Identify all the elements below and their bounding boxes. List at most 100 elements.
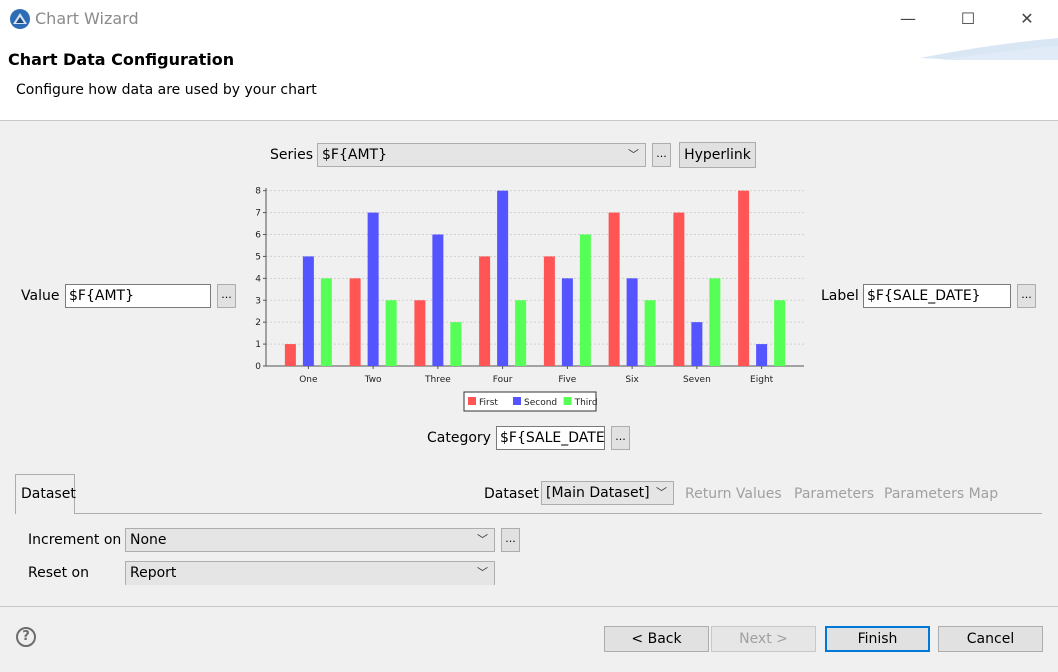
category-input[interactable]: $F{SALE_DATE bbox=[496, 426, 605, 450]
chart-preview: 0 1 2 3 4 5 6 7 8 One Two Three Four Five Six Seven Eigh… bbox=[255, 187, 804, 412]
y-tick-label: 0 bbox=[255, 362, 261, 372]
help-icon[interactable]: ? bbox=[16, 627, 36, 647]
bar-second bbox=[432, 234, 444, 366]
reset-combo[interactable]: Report ﹀ bbox=[125, 561, 495, 585]
bar-first bbox=[673, 212, 685, 366]
y-tick-label: 6 bbox=[255, 231, 261, 241]
next-button[interactable]: Next > bbox=[711, 626, 816, 652]
value-label: Value bbox=[21, 288, 60, 304]
x-tick-label: Six bbox=[625, 375, 639, 385]
reset-value: Report bbox=[130, 565, 177, 581]
x-tick-label: Four bbox=[493, 375, 513, 385]
finish-button[interactable]: Finish bbox=[825, 626, 930, 652]
bar-second bbox=[367, 212, 379, 366]
bar-second bbox=[691, 322, 703, 366]
footer-separator bbox=[0, 606, 1058, 607]
tab-divider bbox=[75, 513, 1042, 514]
header-decoration bbox=[920, 38, 1058, 60]
y-tick-label: 5 bbox=[255, 252, 261, 262]
bar-first bbox=[543, 256, 555, 366]
window-title: Chart Wizard bbox=[35, 9, 139, 28]
chevron-down-icon: ﹀ bbox=[477, 566, 488, 579]
return-values-link[interactable]: Return Values bbox=[685, 486, 782, 502]
label-label: Label bbox=[821, 288, 859, 304]
minimize-button[interactable]: — bbox=[893, 8, 923, 30]
legend-label: First bbox=[479, 398, 498, 408]
cancel-label: Cancel bbox=[966, 631, 1015, 647]
increment-label: Increment on bbox=[28, 532, 122, 548]
chevron-down-icon: ﹀ bbox=[656, 486, 667, 499]
x-tick-label: One bbox=[299, 375, 318, 385]
bar-second bbox=[302, 256, 314, 366]
increment-value: None bbox=[130, 532, 167, 548]
legend-label: Third bbox=[574, 398, 598, 408]
value-input[interactable]: $F{AMT} bbox=[65, 284, 211, 308]
bar-first bbox=[349, 278, 361, 366]
cancel-button[interactable]: Cancel bbox=[938, 626, 1043, 652]
series-browse-button[interactable]: ... bbox=[652, 143, 671, 167]
bar-third bbox=[385, 300, 397, 366]
label-browse-button[interactable]: ... bbox=[1017, 284, 1036, 308]
legend-swatch bbox=[468, 397, 476, 405]
bar-third bbox=[515, 300, 527, 366]
x-tick-label: Five bbox=[558, 375, 576, 385]
bar-second bbox=[561, 278, 573, 366]
bar-third bbox=[774, 300, 786, 366]
parameters-link[interactable]: Parameters bbox=[794, 486, 874, 502]
value-browse-button[interactable]: ... bbox=[217, 284, 236, 308]
tab-dataset-label: Dataset bbox=[21, 486, 76, 502]
series-combo[interactable]: $F{AMT} ﹀ bbox=[317, 143, 646, 167]
parameters-map-link[interactable]: Parameters Map bbox=[884, 486, 998, 502]
increment-browse-button[interactable]: ... bbox=[501, 528, 520, 552]
tab-dataset[interactable]: Dataset bbox=[15, 474, 76, 514]
increment-combo[interactable]: None ﹀ bbox=[125, 528, 495, 552]
bar-third bbox=[320, 278, 332, 366]
maximize-button[interactable]: ☐ bbox=[953, 8, 983, 30]
bar-second bbox=[756, 344, 768, 366]
x-tick-label: Eight bbox=[750, 375, 774, 385]
label-input[interactable]: $F{SALE_DATE} bbox=[863, 284, 1011, 308]
chevron-down-icon: ﹀ bbox=[628, 148, 639, 161]
series-label: Series bbox=[270, 147, 314, 163]
hyperlink-button[interactable]: Hyperlink bbox=[679, 142, 756, 168]
bar-third bbox=[579, 234, 591, 366]
dataset-label: Dataset bbox=[484, 486, 539, 502]
reset-label: Reset on bbox=[28, 565, 89, 581]
bar-third bbox=[644, 300, 656, 366]
bar-second bbox=[497, 190, 509, 366]
bar-first bbox=[414, 300, 426, 366]
chevron-down-icon: ﹀ bbox=[477, 533, 488, 546]
series-value: $F{AMT} bbox=[322, 147, 387, 163]
back-button[interactable]: < Back bbox=[604, 626, 709, 652]
y-tick-label: 2 bbox=[255, 318, 261, 328]
bar-third bbox=[450, 322, 462, 366]
y-tick-label: 8 bbox=[255, 187, 261, 197]
page-title: Chart Data Configuration bbox=[8, 50, 235, 69]
y-tick-label: 4 bbox=[255, 274, 261, 284]
legend-swatch bbox=[563, 397, 572, 405]
y-tick-label: 3 bbox=[255, 296, 261, 306]
page-description: Configure how data are used by your char… bbox=[16, 82, 317, 98]
dataset-value: [Main Dataset] bbox=[546, 485, 650, 501]
y-tick-label: 7 bbox=[255, 209, 261, 219]
legend-label: Second bbox=[524, 398, 557, 408]
x-tick-label: Seven bbox=[683, 375, 711, 385]
bar-first bbox=[608, 212, 620, 366]
y-tick-label: 1 bbox=[255, 340, 261, 350]
category-label: Category bbox=[427, 430, 491, 446]
dataset-combo[interactable]: [Main Dataset] ﹀ bbox=[541, 481, 674, 505]
bar-third bbox=[709, 278, 721, 366]
app-icon bbox=[9, 8, 31, 30]
bar-second bbox=[626, 278, 638, 366]
category-browse-button[interactable]: ... bbox=[611, 426, 630, 450]
legend-swatch bbox=[513, 397, 521, 405]
bar-first bbox=[479, 256, 491, 366]
x-tick-label: Three bbox=[424, 375, 451, 385]
close-button[interactable]: ✕ bbox=[1012, 8, 1042, 30]
x-tick-label: Two bbox=[364, 375, 382, 385]
bar-first bbox=[738, 190, 750, 366]
back-label: < Back bbox=[631, 631, 682, 647]
next-label: Next > bbox=[739, 631, 788, 647]
finish-label: Finish bbox=[857, 631, 898, 647]
bar-first bbox=[284, 344, 296, 366]
